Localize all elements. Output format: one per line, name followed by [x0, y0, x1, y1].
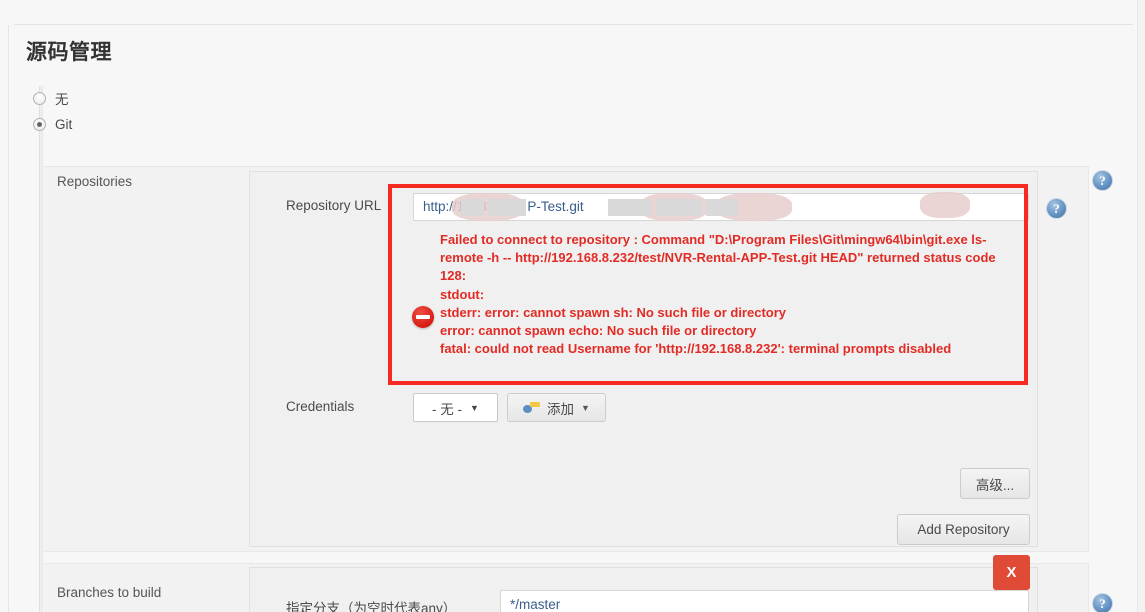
left-rail-outer	[8, 25, 9, 612]
redaction-smudge-4	[920, 192, 970, 218]
repository-url-label: Repository URL	[286, 198, 382, 213]
redaction-block-2	[488, 199, 526, 216]
scm-option-none-label: 无	[55, 92, 69, 107]
add-repository-button[interactable]: Add Repository	[897, 514, 1030, 545]
chevron-down-icon: ▼	[470, 402, 479, 413]
repository-card	[249, 171, 1038, 547]
radio-git-icon[interactable]	[33, 118, 46, 131]
credentials-selected-value: - 无 -	[432, 401, 463, 417]
add-credentials-button[interactable]: 添加 ▼	[507, 393, 606, 422]
key-icon	[523, 401, 541, 414]
help-icon-branch-spec[interactable]: ?	[1092, 593, 1113, 612]
header-divider	[14, 24, 1133, 25]
repository-error: Failed to connect to repository : Comman…	[405, 231, 1015, 358]
branch-spec-label: 指定分支（为空时代表any）	[286, 601, 457, 612]
redaction-block-3	[608, 199, 652, 216]
scm-option-git-label: Git	[55, 117, 73, 132]
advanced-button[interactable]: 高级...	[960, 468, 1030, 499]
scm-option-git[interactable]: Git	[33, 117, 72, 132]
credentials-select[interactable]: - 无 - ▼	[413, 393, 498, 422]
help-icon-repository-url[interactable]: ?	[1046, 198, 1067, 219]
credentials-label: Credentials	[286, 399, 355, 414]
help-icon-repositories[interactable]: ?	[1092, 170, 1113, 191]
error-stop-icon	[412, 306, 434, 328]
redaction-block-5	[706, 199, 738, 216]
scm-config-page: 源码管理 无 Git Repositories Repository URL h…	[0, 0, 1145, 612]
redaction-block-4	[656, 199, 702, 216]
branch-spec-input[interactable]: */master	[500, 590, 1029, 612]
repositories-label: Repositories	[57, 174, 133, 189]
add-credentials-label: 添加	[547, 401, 575, 417]
chevron-down-icon: ▼	[581, 402, 590, 413]
branches-label: Branches to build	[57, 585, 162, 600]
radio-none-icon[interactable]	[33, 91, 46, 105]
page-title: 源码管理	[26, 41, 112, 64]
redaction-block-1	[461, 199, 484, 216]
scrollbar-track[interactable]	[1137, 0, 1145, 612]
delete-branch-button[interactable]: X	[993, 555, 1030, 590]
scm-option-none[interactable]: 无	[33, 88, 69, 108]
error-message: Failed to connect to repository : Comman…	[440, 232, 996, 357]
left-rail-inner	[39, 86, 43, 612]
